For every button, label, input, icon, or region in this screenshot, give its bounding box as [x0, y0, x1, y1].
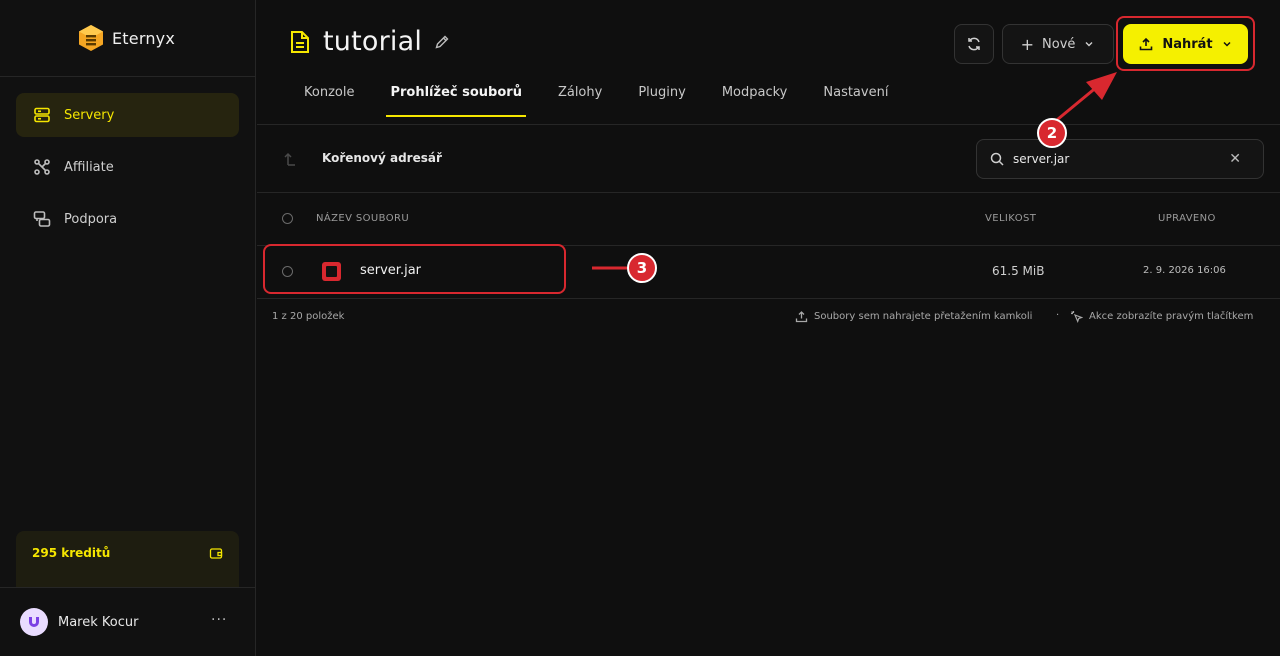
support-icon: [33, 211, 51, 227]
divider: [0, 76, 256, 77]
new-button[interactable]: + Nové: [1002, 24, 1114, 64]
actions-hint-text: Akce zobrazíte pravým tlačítkem: [1089, 311, 1254, 322]
chevron-down-icon: [1085, 42, 1093, 47]
credits-label: 295 kreditů: [32, 546, 111, 560]
annotation-marker-2: 2: [1037, 118, 1067, 148]
edit-icon[interactable]: [434, 34, 450, 50]
more-options-icon[interactable]: ···: [211, 612, 227, 628]
search-icon: [990, 152, 1004, 166]
tab-pluginy[interactable]: Pluginy: [638, 85, 686, 117]
search-box[interactable]: ✕: [976, 139, 1264, 179]
new-button-label: Nové: [1042, 36, 1076, 52]
folder-up-icon[interactable]: [283, 151, 297, 167]
tab-nastaveni[interactable]: Nastavení: [823, 85, 888, 117]
annotation-arrow-2: [1051, 84, 1099, 126]
column-header-size[interactable]: VELIKOST: [985, 213, 1036, 224]
sidebar-item-label: Podpora: [64, 211, 118, 227]
annotation-arrowhead-2: [1086, 72, 1117, 100]
sidebar-item-label: Servery: [64, 107, 115, 123]
tab-modpacky[interactable]: Modpacky: [722, 85, 788, 117]
divider: [0, 587, 256, 588]
file-modified: 2. 9. 2026 16:06: [1143, 265, 1226, 276]
breadcrumb[interactable]: Kořenový adresář: [322, 151, 442, 165]
divider: [257, 192, 1280, 193]
avatar-icon: [29, 617, 39, 627]
hint-separator: ·: [1056, 310, 1060, 321]
affiliate-icon: [34, 159, 50, 175]
refresh-button[interactable]: [954, 24, 994, 64]
clear-search-icon[interactable]: ✕: [1229, 151, 1241, 167]
plus-icon: +: [1020, 34, 1035, 54]
app-name: Eternyx: [112, 28, 176, 48]
logo-icon: [79, 25, 103, 51]
item-count: 1 z 20 položek: [272, 311, 345, 322]
refresh-icon: [968, 37, 980, 51]
file-size: 61.5 MiB: [992, 264, 1045, 278]
annotation-highlight-row: [263, 244, 566, 294]
upload-hint: Soubory sem nahrajete přetažením kamkoli: [795, 310, 1032, 323]
column-header-modified[interactable]: UPRAVENO: [1158, 213, 1216, 224]
search-input[interactable]: [1013, 152, 1213, 166]
avatar: [20, 608, 48, 636]
page-title: tutorial: [323, 26, 423, 57]
upload-icon: [795, 311, 808, 323]
server-icon: [34, 107, 50, 123]
tab-konzole[interactable]: Konzole: [304, 85, 354, 117]
wallet-icon[interactable]: [209, 546, 223, 560]
sidebar-item-servery[interactable]: Servery: [16, 93, 239, 137]
page-header: tutorial: [289, 26, 450, 57]
sidebar: Eternyx Servery Affiliate Podpora 295 kr…: [0, 0, 256, 656]
sidebar-item-label: Affiliate: [64, 159, 114, 175]
actions-hint: Akce zobrazíte pravým tlačítkem: [1070, 310, 1253, 323]
user-name: Marek Kocur: [58, 614, 139, 630]
tab-bar: Konzole Prohlížeč souborů Zálohy Pluginy…: [304, 85, 888, 117]
divider: [257, 124, 1280, 125]
tab-file-browser[interactable]: Prohlížeč souborů: [386, 85, 527, 117]
sidebar-item-podpora[interactable]: Podpora: [16, 197, 239, 241]
user-profile[interactable]: Marek Kocur: [20, 608, 138, 636]
annotation-highlight-upload: [1116, 16, 1255, 71]
column-header-name[interactable]: NÁZEV SOUBORU: [316, 213, 409, 224]
credits-card[interactable]: 295 kreditů: [16, 531, 239, 587]
annotation-marker-3: 3: [627, 253, 657, 283]
logo[interactable]: Eternyx: [78, 24, 175, 52]
tab-zalohy[interactable]: Zálohy: [558, 85, 602, 117]
upload-hint-text: Soubory sem nahrajete přetažením kamkoli: [814, 311, 1033, 322]
divider: [257, 298, 1280, 299]
document-icon: [291, 30, 309, 53]
click-icon: [1071, 311, 1083, 323]
select-all-checkbox[interactable]: [282, 213, 293, 224]
sidebar-item-affiliate[interactable]: Affiliate: [16, 145, 239, 189]
